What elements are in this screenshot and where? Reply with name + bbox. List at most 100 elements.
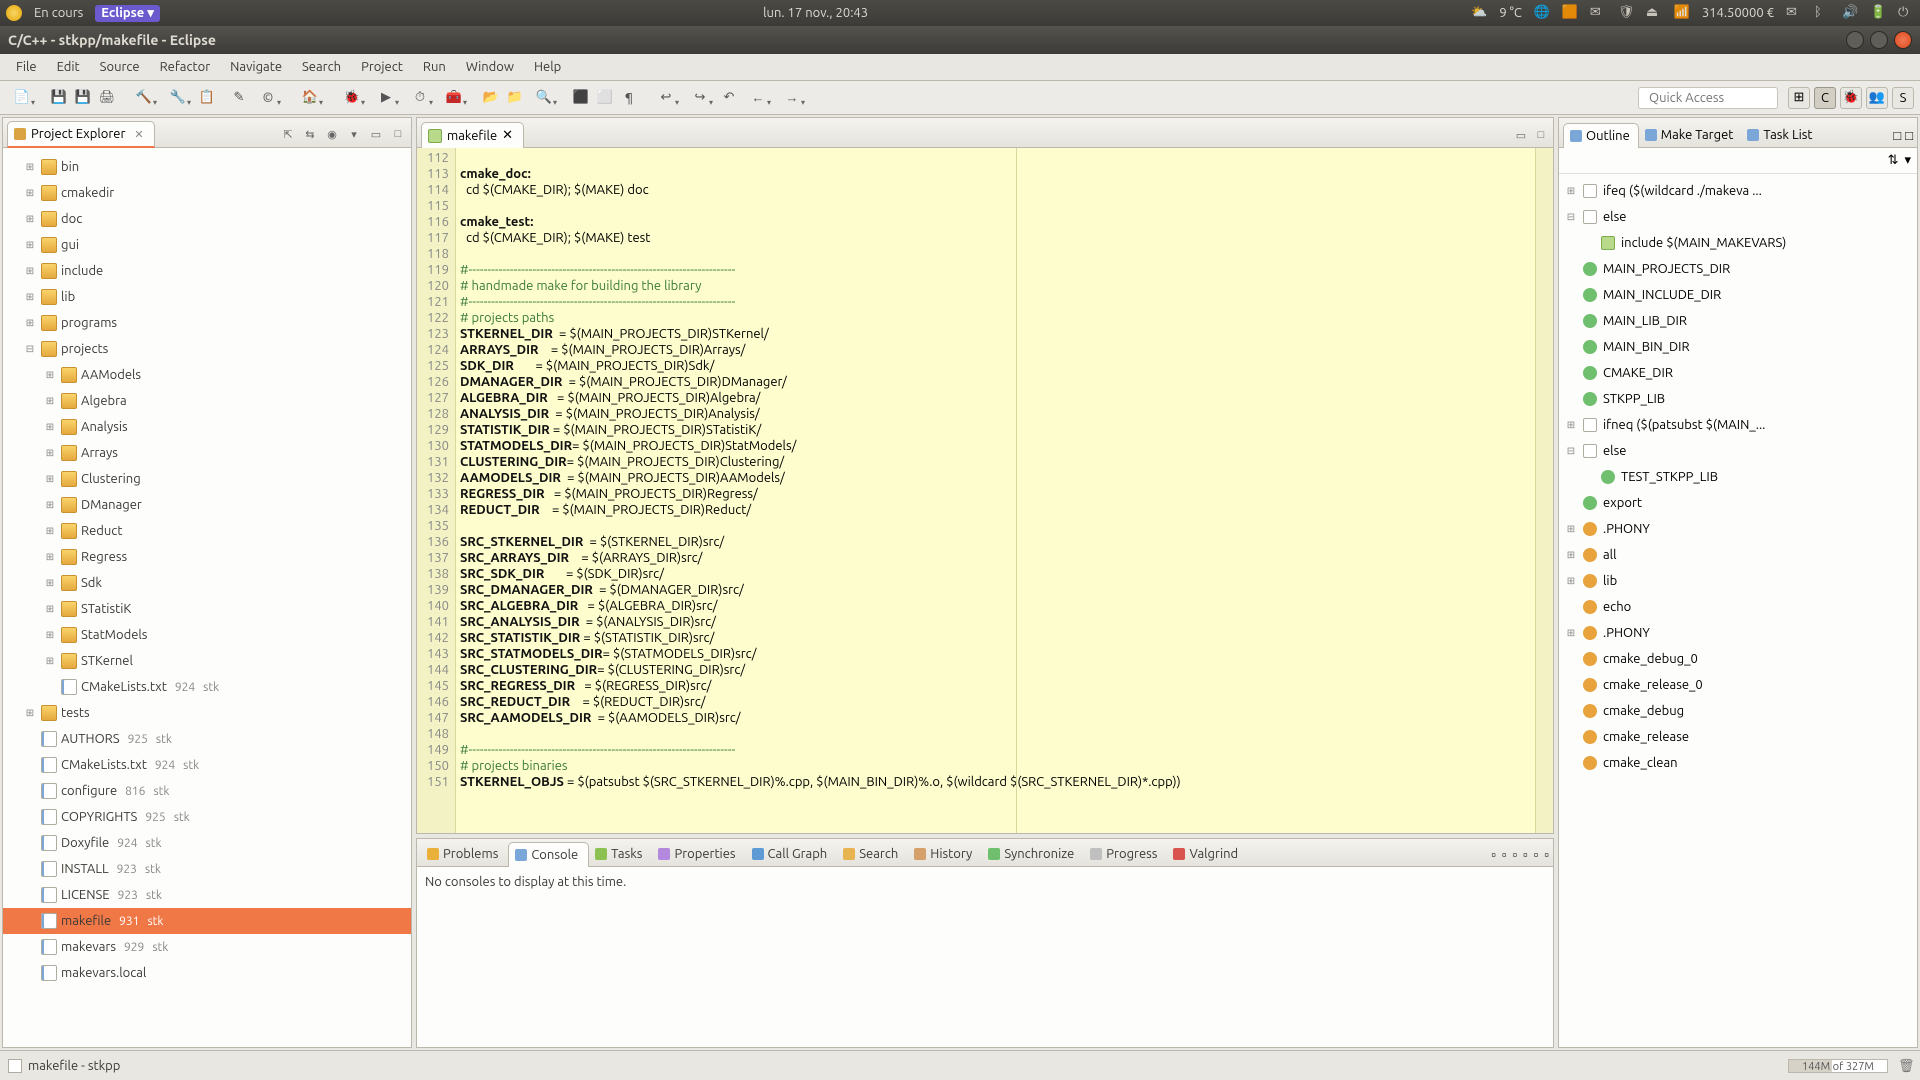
twisty-icon[interactable]: ⊞ — [1565, 627, 1577, 639]
code-line[interactable] — [460, 246, 1531, 262]
system-tray-icon[interactable]: 🛡 — [1618, 5, 1634, 21]
code-line[interactable]: CLUSTERING_DIR= $(MAIN_PROJECTS_DIR)Clus… — [460, 454, 1531, 470]
tab-progress[interactable]: Progress — [1084, 842, 1167, 866]
minimize-view-button[interactable]: ▭ — [367, 125, 385, 143]
tree-item[interactable]: cmakedir — [3, 180, 411, 206]
menu-source[interactable]: Source — [90, 56, 150, 78]
code-line[interactable]: SRC_ALGEBRA_DIR = $(ALGEBRA_DIR)src/ — [460, 598, 1531, 614]
tree-item[interactable]: STatistiK — [3, 596, 411, 622]
twisty-icon[interactable] — [23, 265, 37, 277]
new-class-button[interactable]: © — [252, 87, 284, 109]
toggle-button[interactable]: ✎ — [228, 87, 250, 109]
debug-button[interactable]: 🐞 — [336, 87, 368, 109]
search-button[interactable]: 🔍 — [528, 87, 560, 109]
minimize-editor-button[interactable]: ▭ — [1513, 127, 1529, 143]
tree-item[interactable]: Clustering — [3, 466, 411, 492]
twisty-icon[interactable]: ⊞ — [1565, 185, 1577, 197]
project-explorer-tab[interactable]: Project Explorer ✕ — [7, 121, 155, 148]
maximize-view-button[interactable]: ▫ — [1544, 847, 1549, 862]
outline-item[interactable]: CMAKE_DIR — [1559, 360, 1917, 386]
tree-item[interactable]: doc — [3, 206, 411, 232]
code-line[interactable] — [460, 198, 1531, 214]
external-tools-button[interactable]: 🧰 — [438, 87, 470, 109]
toggle-whitespace-button[interactable]: ¶ — [618, 87, 640, 109]
project-tree[interactable]: bincmakedirdocguiincludelibprogramsproje… — [3, 148, 411, 1047]
maximize-button[interactable] — [1870, 31, 1888, 49]
new-button[interactable]: 📄 — [6, 87, 38, 109]
twisty-icon[interactable] — [43, 525, 57, 537]
twisty-icon[interactable] — [43, 473, 57, 485]
twisty-icon[interactable] — [23, 161, 37, 173]
code-area[interactable]: cmake_doc: cd $(CMAKE_DIR); $(MAKE) docc… — [456, 148, 1535, 833]
tree-item[interactable]: Algebra — [3, 388, 411, 414]
pin-button[interactable]: ▫ — [1491, 847, 1496, 862]
outline-item[interactable]: cmake_clean — [1559, 750, 1917, 776]
menu-help[interactable]: Help — [524, 56, 571, 78]
twisty-icon[interactable] — [43, 499, 57, 511]
tree-item[interactable]: StatModels — [3, 622, 411, 648]
code-line[interactable]: # projects paths — [460, 310, 1531, 326]
indicator-text[interactable]: 314.50000 € — [1702, 6, 1774, 20]
twisty-icon[interactable] — [23, 213, 37, 225]
editor-tab-makefile[interactable]: makefile ✕ — [421, 122, 524, 148]
open-task-button[interactable]: 📂 — [480, 87, 502, 109]
editor-body[interactable]: 1121131141151161171181191201211221231241… — [417, 148, 1553, 833]
messaging-icon[interactable]: ✉ — [1786, 5, 1802, 21]
menu-edit[interactable]: Edit — [47, 56, 90, 78]
outline-item[interactable]: STKPP_LIB — [1559, 386, 1917, 412]
system-tray-icon[interactable]: ⛅ — [1471, 5, 1487, 21]
outline-item[interactable]: cmake_release_0 — [1559, 672, 1917, 698]
close-button[interactable] — [1894, 31, 1912, 49]
twisty-icon[interactable] — [23, 343, 37, 355]
twisty-icon[interactable]: ⊞ — [1565, 523, 1577, 535]
overview-ruler[interactable] — [1535, 148, 1553, 833]
code-line[interactable] — [460, 726, 1531, 742]
outline-item[interactable]: include $(MAIN_MAKEVARS) — [1559, 230, 1917, 256]
tab-make-target[interactable]: Make Target — [1639, 123, 1742, 147]
twisty-icon[interactable] — [43, 369, 57, 381]
code-line[interactable]: SRC_REGRESS_DIR = $(REGRESS_DIR)src/ — [460, 678, 1531, 694]
code-line[interactable]: REDUCT_DIR = $(MAIN_PROJECTS_DIR)Reduct/ — [460, 502, 1531, 518]
code-line[interactable]: STKERNEL_DIR = $(MAIN_PROJECTS_DIR)STKer… — [460, 326, 1531, 342]
close-icon[interactable]: ✕ — [502, 128, 513, 143]
tree-item[interactable]: tests — [3, 700, 411, 726]
outline-item[interactable]: ⊞.PHONY — [1559, 620, 1917, 646]
twisty-icon[interactable] — [23, 317, 37, 329]
twisty-icon[interactable] — [43, 629, 57, 641]
collapse-all-button[interactable]: ⇱ — [279, 125, 297, 143]
tree-item[interactable]: LICENSE923stk — [3, 882, 411, 908]
outline-item[interactable]: cmake_release — [1559, 724, 1917, 750]
tab-properties[interactable]: Properties — [652, 842, 745, 866]
display-button[interactable]: ▫ — [1513, 847, 1518, 862]
smiley-icon[interactable] — [6, 5, 22, 21]
tree-item[interactable]: Reduct — [3, 518, 411, 544]
code-line[interactable]: STKERNEL_OBJS = $(patsubst $(SRC_STKERNE… — [460, 774, 1531, 790]
running-label[interactable]: En cours — [34, 6, 83, 20]
twisty-icon[interactable] — [43, 551, 57, 563]
view-menu-button[interactable]: ▫ — [1523, 847, 1528, 862]
eclipse-app-menu[interactable]: Eclipse ▾ — [95, 5, 160, 22]
forward-button[interactable]: → — [776, 87, 808, 109]
tab-console[interactable]: Console — [508, 842, 589, 867]
back-button[interactable]: ← — [742, 87, 774, 109]
twisty-icon[interactable] — [43, 577, 57, 589]
open-perspective-button[interactable]: ⊞ — [1788, 87, 1810, 109]
menu-search[interactable]: Search — [292, 56, 351, 78]
perspective-cpp[interactable]: C — [1814, 87, 1836, 109]
build-config-button[interactable]: 🔧 — [162, 87, 194, 109]
twisty-icon[interactable] — [43, 395, 57, 407]
tab-tasks[interactable]: Tasks — [589, 842, 652, 866]
code-line[interactable]: SRC_CLUSTERING_DIR= $(CLUSTERING_DIR)src… — [460, 662, 1531, 678]
tree-item[interactable]: bin — [3, 154, 411, 180]
outline-item[interactable]: cmake_debug_0 — [1559, 646, 1917, 672]
code-line[interactable]: SRC_STATMODELS_DIR= $(STATMODELS_DIR)src… — [460, 646, 1531, 662]
tab-search[interactable]: Search — [837, 842, 908, 866]
twisty-icon[interactable]: ⊟ — [1565, 211, 1577, 223]
save-button[interactable]: 💾 — [48, 87, 70, 109]
code-line[interactable]: SRC_REDUCT_DIR = $(REDUCT_DIR)src/ — [460, 694, 1531, 710]
outline-item[interactable]: ⊞ifneq ($(patsubst $(MAIN_... — [1559, 412, 1917, 438]
perspective-debug[interactable]: 🐞 — [1840, 87, 1862, 109]
outline-item[interactable]: ⊞ifeq ($(wildcard ./makeva ... — [1559, 178, 1917, 204]
profile-button[interactable]: ⏱ — [404, 87, 436, 109]
perspective-team[interactable]: 👥 — [1866, 87, 1888, 109]
